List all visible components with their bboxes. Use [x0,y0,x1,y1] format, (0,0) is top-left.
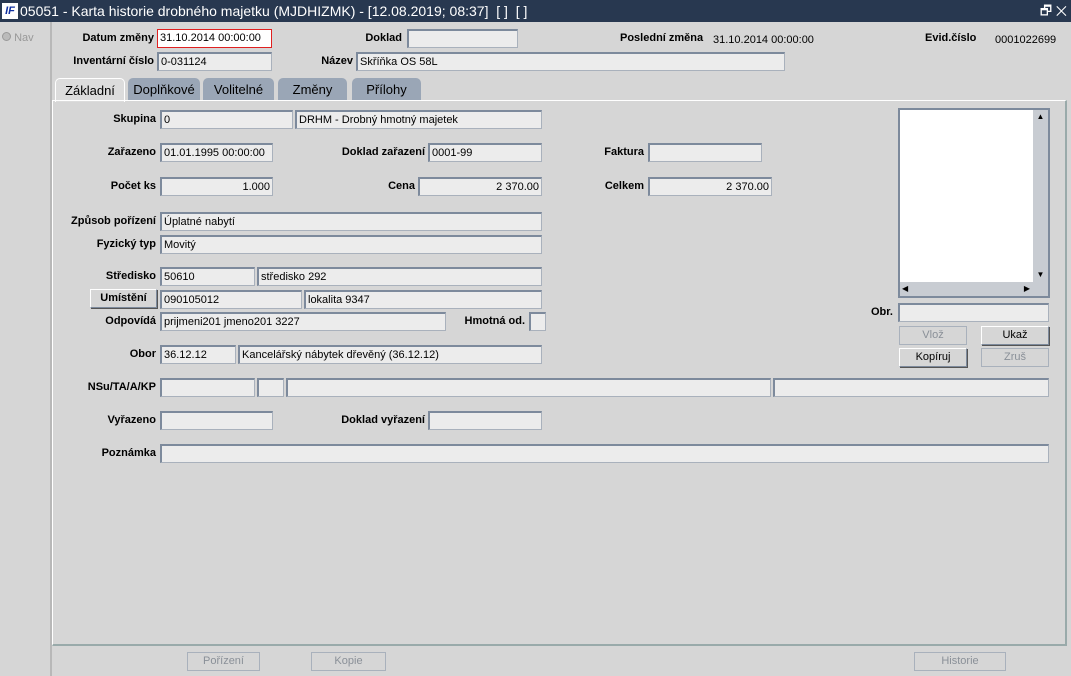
umisteni-button[interactable]: Umístění [90,289,157,308]
pocet-ks-label: Počet ks [110,180,156,192]
hmotna-od-label: Hmotná od. [464,315,526,327]
restore-icon[interactable]: 🗗 [1040,3,1052,18]
zpusob-porizeni-label: Způsob pořízení [71,215,156,227]
scroll-right-icon[interactable]: ▶ [1024,282,1030,296]
poznamka-label: Poznámka [101,447,156,459]
radio-icon [2,32,11,41]
stredisko-label: Středisko [105,270,156,282]
pocet-ks-input[interactable]: 1.000 [160,177,273,196]
vyrazeno-input[interactable] [160,411,273,430]
evid-cislo-label: Evid.číslo [925,32,977,44]
tab-zakladni[interactable]: Základní [55,78,125,102]
odpovida-input[interactable]: prijmeni201 jmeno201 3227 [160,312,446,331]
nsu-input[interactable] [160,378,255,397]
scroll-down-icon[interactable]: ▼ [1033,268,1048,282]
umisteni-nazev: lokalita 9347 [304,290,542,309]
cena-input[interactable]: 2 370.00 [418,177,542,196]
image-preview: ▲ ▼ ◀ ▶ [898,108,1050,298]
historie-button[interactable]: Historie [914,652,1006,671]
vertical-scrollbar[interactable]: ▲ ▼ [1033,110,1048,282]
inventarni-cislo-input[interactable]: 0-031124 [157,52,272,71]
window-controls: 🗗 ✕ [1040,0,1067,22]
nav-radio[interactable]: Nav [2,32,34,44]
doklad-vyrazeni-input[interactable] [428,411,542,430]
zrus-button[interactable]: Zruš [981,348,1049,367]
fyzicky-typ-input[interactable]: Movitý [160,235,542,254]
zpusob-porizeni-input[interactable]: Úplatné nabytí [160,212,542,231]
ukaz-button[interactable]: Ukaž [981,326,1049,345]
close-icon[interactable]: ✕ [1056,3,1067,18]
celkem-label: Celkem [604,180,644,192]
vloz-button[interactable]: Vlož [899,326,967,345]
posledni-zmena-value: 31.10.2014 00:00:00 [713,34,814,46]
stredisko-nazev: středisko 292 [257,267,542,286]
posledni-zmena-label: Poslední změna [620,32,704,44]
obor-input[interactable]: 36.12.12 [160,345,236,364]
stredisko-input[interactable]: 50610 [160,267,255,286]
nazev-input[interactable]: Skříňka OS 58L [356,52,785,71]
vyrazeno-label: Vyřazeno [107,414,156,426]
kopie-button[interactable]: Kopie [311,652,386,671]
obr-label: Obr. [870,306,893,318]
tab-zmeny[interactable]: Změny [278,78,347,100]
obor-label: Obor [129,348,156,360]
datum-zmeny-input[interactable]: 31.10.2014 00:00:00 [157,29,272,48]
doklad-input[interactable] [407,29,518,48]
tab-volitelne[interactable]: Volitelné [203,78,274,100]
fyzicky-typ-label: Fyzický typ [96,238,156,250]
window-title: 05051 - Karta historie drobného majetku … [20,3,528,19]
nav-label: Nav [14,32,34,44]
title-bar: IF 05051 - Karta historie drobného majet… [0,0,1071,22]
poznamka-input[interactable] [160,444,1049,463]
nsu-label: NSu/TA/A/KP [87,381,156,393]
zarazeno-input[interactable]: 01.01.1995 00:00:00 [160,143,273,162]
tab-prilohy[interactable]: Přílohy [352,78,421,100]
tab-doplnkove[interactable]: Doplňkové [128,78,200,100]
kp-input[interactable] [773,378,1049,397]
doklad-label: Doklad [365,32,402,44]
zarazeno-label: Zařazeno [107,146,156,158]
scroll-up-icon[interactable]: ▲ [1033,110,1048,124]
celkem-input[interactable]: 2 370.00 [648,177,772,196]
skupina-input[interactable]: 0 [160,110,293,129]
odpovida-label: Odpovídá [105,315,156,327]
faktura-label: Faktura [604,146,644,158]
hmotna-od-checkbox[interactable] [529,312,546,331]
inventarni-cislo-label: Inventární číslo [73,55,154,67]
doklad-zarazeni-input[interactable]: 0001-99 [428,143,542,162]
obor-nazev: Kancelářský nábytek dřevěný (36.12.12) [238,345,542,364]
scroll-left-icon[interactable]: ◀ [902,282,908,296]
a-input[interactable] [286,378,771,397]
umisteni-input[interactable]: 090105012 [160,290,302,309]
datum-zmeny-label: Datum změny [82,32,154,44]
skupina-nazev: DRHM - Drobný hmotný majetek [295,110,542,129]
obr-input[interactable] [898,303,1049,322]
horizontal-scrollbar[interactable]: ◀ ▶ [900,282,1048,296]
porizeni-button[interactable]: Pořízení [187,652,260,671]
faktura-input[interactable] [648,143,762,162]
evid-cislo-value: 0001022699 [995,34,1057,46]
kopiruj-button[interactable]: Kopíruj [899,348,967,367]
doklad-zarazeni-label: Doklad zařazení [341,146,425,158]
app-logo: IF [2,3,18,19]
nazev-label: Název [321,55,353,67]
nav-panel: Nav [0,22,52,676]
ta-input[interactable] [257,378,284,397]
cena-label: Cena [388,180,415,192]
doklad-vyrazeni-label: Doklad vyřazení [341,414,425,426]
skupina-label: Skupina [113,113,156,125]
